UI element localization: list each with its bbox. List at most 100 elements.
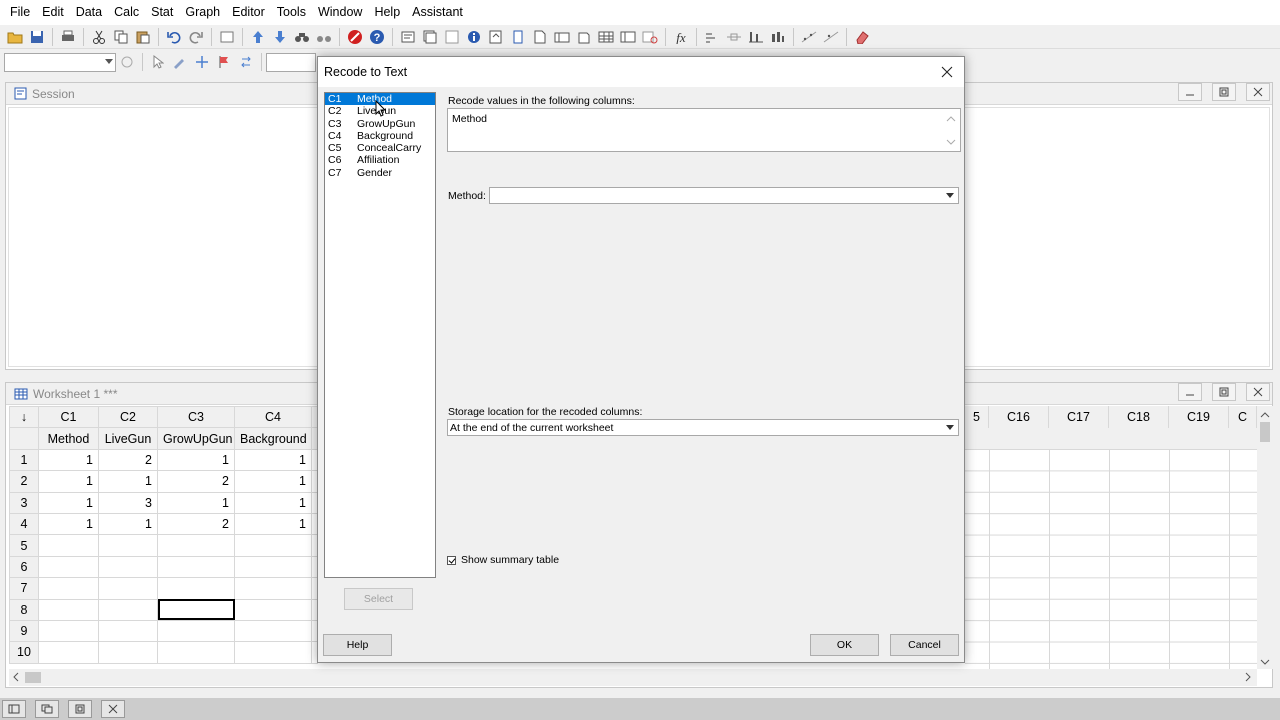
menu-stat[interactable]: Stat — [145, 0, 179, 25]
restore-button[interactable] — [68, 700, 92, 718]
data-cell[interactable] — [98, 598, 158, 621]
dialog-close-button[interactable] — [938, 63, 956, 81]
data-cell[interactable]: 1 — [157, 491, 235, 514]
replace-icon[interactable] — [313, 27, 334, 47]
help-icon[interactable]: ? — [366, 27, 387, 47]
data-cell[interactable] — [234, 619, 312, 643]
graph-brush-icon[interactable] — [639, 27, 660, 47]
info-icon[interactable] — [463, 27, 484, 47]
scroll-right-icon[interactable] — [1241, 669, 1255, 685]
menu-graph[interactable]: Graph — [179, 0, 226, 25]
layout-icon[interactable] — [551, 27, 572, 47]
menu-calc[interactable]: Calc — [108, 0, 145, 25]
row-number[interactable]: 2 — [9, 470, 39, 493]
save-icon[interactable] — [26, 27, 47, 47]
select-pointer-icon[interactable] — [147, 52, 168, 72]
eraser-icon[interactable] — [851, 27, 872, 47]
data-cell[interactable]: 2 — [157, 512, 235, 536]
close-button[interactable] — [1246, 383, 1270, 401]
storage-location-select[interactable]: At the end of the current worksheet — [447, 419, 959, 436]
graph-element-select[interactable] — [4, 52, 116, 72]
data-cell[interactable]: 1 — [157, 448, 235, 472]
scroll-up-icon[interactable] — [1257, 408, 1273, 422]
data-cell[interactable] — [38, 598, 99, 621]
menu-assistant[interactable]: Assistant — [406, 0, 469, 25]
variable-item[interactable]: C3 GrowUpGun — [325, 118, 435, 130]
data-cell[interactable] — [38, 577, 99, 600]
find-icon[interactable] — [291, 27, 312, 47]
row-number[interactable]: 1 — [9, 448, 39, 472]
data-cell[interactable] — [234, 598, 312, 621]
data-cell[interactable] — [98, 555, 158, 579]
dotplot-icon[interactable] — [701, 27, 722, 47]
data-cell[interactable] — [38, 534, 99, 557]
scroll-thumb[interactable] — [1260, 422, 1270, 442]
menu-tools[interactable]: Tools — [271, 0, 312, 25]
crosshair-icon[interactable] — [191, 52, 212, 72]
ok-button[interactable]: OK — [810, 634, 879, 656]
data-cell[interactable] — [38, 641, 99, 664]
data-window-icon[interactable] — [595, 27, 616, 47]
data-cell[interactable]: 1 — [38, 512, 99, 536]
fitted-line-icon[interactable] — [820, 27, 841, 47]
column-header[interactable]: C4 — [234, 405, 312, 429]
menu-edit[interactable]: Edit — [36, 0, 70, 25]
help-button[interactable]: Help — [323, 634, 392, 656]
minimize-button[interactable] — [1178, 383, 1202, 401]
variable-item[interactable]: C5 ConcealCarry — [325, 142, 435, 154]
menu-data[interactable]: Data — [70, 0, 108, 25]
variable-item[interactable]: C6 Affiliation — [325, 154, 435, 166]
scatterplot-icon[interactable] — [798, 27, 819, 47]
interval-plot-icon[interactable] — [767, 27, 788, 47]
data-cell[interactable] — [98, 641, 158, 664]
boxplot-icon[interactable] — [723, 27, 744, 47]
data-cell[interactable]: 1 — [234, 470, 312, 493]
row-number[interactable]: 6 — [9, 555, 39, 579]
column-name-cell[interactable]: GrowUpGun — [157, 427, 235, 450]
arrow-up-icon[interactable] — [247, 27, 268, 47]
graphs-icon[interactable] — [441, 27, 462, 47]
scroll-down-icon[interactable] — [946, 138, 956, 146]
data-cell[interactable] — [98, 577, 158, 600]
column-header[interactable]: C16 — [989, 406, 1049, 428]
individual-value-icon[interactable] — [745, 27, 766, 47]
data-cell[interactable]: 1 — [38, 491, 99, 514]
window-icon[interactable] — [216, 27, 237, 47]
variable-list[interactable]: C1MethodC2LiveGunC3GrowUpGunC4Background… — [324, 92, 436, 578]
recode-columns-field[interactable]: Method — [447, 108, 961, 152]
maximize-button[interactable] — [1212, 83, 1236, 101]
session-icon[interactable] — [397, 27, 418, 47]
undo-icon[interactable] — [163, 27, 184, 47]
column-header[interactable]: C17 — [1049, 406, 1109, 428]
row-number[interactable]: 10 — [9, 641, 39, 664]
zoom-select[interactable] — [266, 52, 316, 72]
worksheets-icon[interactable] — [419, 27, 440, 47]
data-cell[interactable] — [38, 619, 99, 643]
show-summary-checkbox[interactable]: Show summary table — [447, 554, 559, 566]
checkbox-checked[interactable] — [447, 555, 456, 565]
cancel-button[interactable]: Cancel — [890, 634, 959, 656]
redo-icon[interactable] — [185, 27, 206, 47]
select-button[interactable]: Select — [344, 588, 413, 610]
data-cell[interactable]: 2 — [157, 470, 235, 493]
data-cell[interactable] — [157, 619, 235, 643]
variable-item[interactable]: C7 Gender — [325, 167, 435, 179]
row-number[interactable]: 4 — [9, 512, 39, 536]
data-cell[interactable] — [157, 641, 235, 664]
arrow-down-icon[interactable] — [269, 27, 290, 47]
variable-item[interactable]: C4 Background — [325, 130, 435, 142]
data-cell[interactable] — [157, 598, 235, 621]
select-all-corner[interactable]: ↓ — [9, 405, 39, 429]
worksheet-vertical-scrollbar[interactable] — [1257, 406, 1273, 669]
data-cell[interactable]: 1 — [98, 512, 158, 536]
column-header[interactable]: C18 — [1109, 406, 1169, 428]
data-cell[interactable] — [98, 619, 158, 643]
row-number[interactable]: 8 — [9, 598, 39, 621]
menu-editor[interactable]: Editor — [226, 0, 271, 25]
cut-icon[interactable] — [88, 27, 109, 47]
minimize-button[interactable] — [1178, 83, 1202, 101]
data-cell[interactable]: 2 — [98, 448, 158, 472]
history-icon[interactable] — [485, 27, 506, 47]
data-cell[interactable]: 1 — [234, 448, 312, 472]
data-cell[interactable] — [234, 641, 312, 664]
